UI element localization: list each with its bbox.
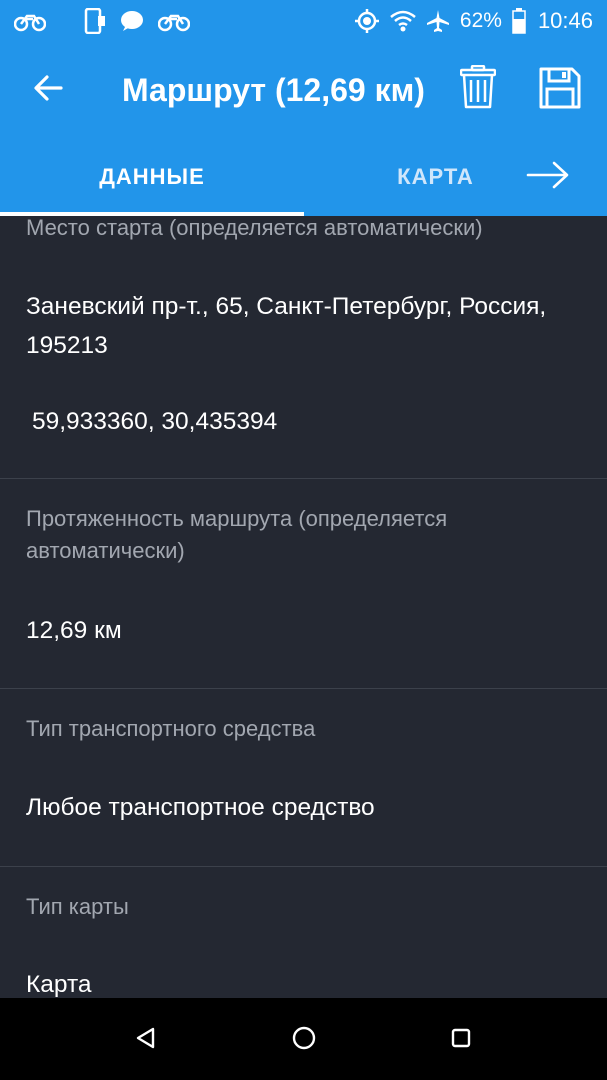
square-recents-icon [449,1026,473,1055]
map-type-section[interactable]: Тип карты Карта [0,867,607,998]
motorcycle-icon [158,10,190,32]
battery-percent: 62% [459,9,502,32]
page-title: Маршрут (12,69 км) [122,72,425,108]
vehicle-type-value: Любое транспортное средство [26,794,375,821]
start-address: Заневский пр-т., 65, Санкт-Петербург, Ро… [26,293,547,359]
map-type-label: Тип карты [26,894,129,919]
delete-button[interactable] [456,64,500,114]
screen: 62% 10:46 Маршрут (12,69 км) ДАННЫЕ КАРТ… [0,0,607,1080]
toolbar: Маршрут (12,69 км) [0,42,607,138]
tab-data[interactable]: ДАННЫЕ [0,138,304,216]
tab-map-label: КАРТА [397,164,474,189]
triangle-back-icon [134,1026,158,1055]
vehicle-type-section[interactable]: Тип транспортного средства Любое транспо… [0,689,607,867]
start-location-label: Место старта (определяется автоматически… [26,216,483,240]
start-location-section[interactable]: Место старта (определяется автоматически… [0,216,607,479]
phone-notification-icon [84,8,106,34]
route-length-value: 12,69 км [26,617,122,644]
airplane-icon [426,9,450,33]
status-left-icons [14,8,190,34]
route-length-section[interactable]: Протяженность маршрута (определяется авт… [0,479,607,689]
nav-recents-button[interactable] [441,1020,481,1060]
status-time: 10:46 [537,8,593,33]
app-bar: Маршрут (12,69 км) ДАННЫЕ КАРТА [0,42,607,216]
vehicle-type-label: Тип транспортного средства [26,716,316,741]
nav-home-button[interactable] [284,1020,324,1060]
battery-icon [512,8,526,34]
status-right-icons: 62% 10:46 [354,8,593,34]
route-length-label: Протяженность маршрута (определяется авт… [26,506,448,563]
circle-home-icon [291,1025,317,1056]
nav-back-button[interactable] [126,1020,166,1060]
arrow-back-icon [33,74,63,106]
save-button[interactable] [536,66,584,114]
save-icon [538,66,582,115]
status-bar: 62% 10:46 [0,0,607,42]
tab-bar: ДАННЫЕ КАРТА [0,138,607,216]
message-icon [120,10,144,32]
wifi-icon [390,9,416,33]
map-type-value: Карта [26,971,92,998]
motorcycle-icon [14,10,46,32]
system-nav-bar [0,998,607,1080]
trash-icon [459,64,497,114]
tab-data-label: ДАННЫЕ [99,164,205,189]
arrow-forward-icon[interactable] [524,158,572,192]
gps-icon [354,8,380,34]
start-coordinates: 59,933360, 30,435394 [32,408,278,435]
back-button[interactable] [26,68,70,112]
details-list[interactable]: Место старта (определяется автоматически… [0,216,607,998]
